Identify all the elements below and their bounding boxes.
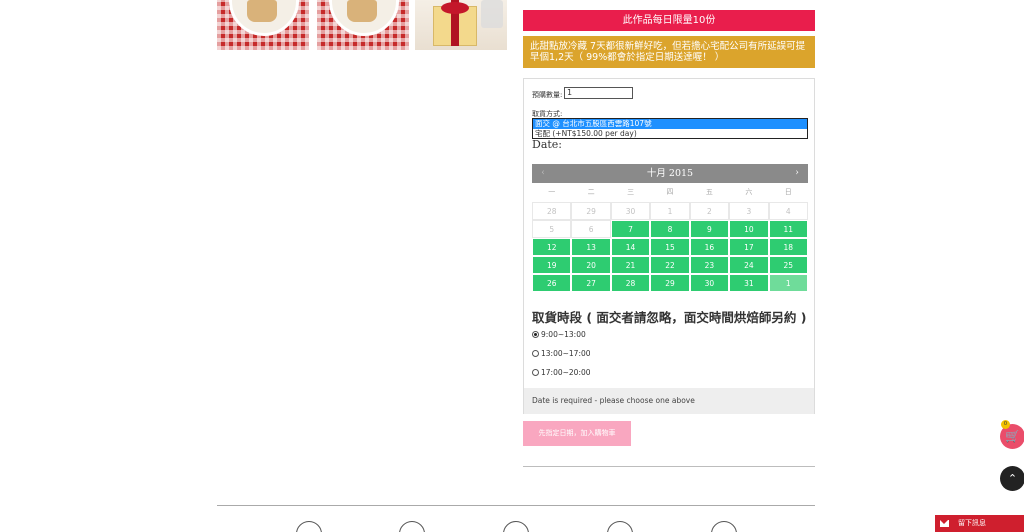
calendar-day[interactable]: 11 [768,220,808,238]
add-to-cart-button[interactable]: 先指定日期，加入購物車 [523,421,631,446]
calendar-day[interactable]: 26 [532,274,572,292]
timeslot-option-3[interactable]: 17:00~20:00 [532,368,591,377]
calendar-day[interactable]: 1 [768,274,808,292]
calendar-day[interactable]: 27 [571,274,611,292]
footer-nav-circle-4[interactable] [607,521,633,532]
calendar-day-disabled: 29 [571,202,611,220]
divider [523,466,815,467]
radio-unselected[interactable] [532,350,539,357]
pickup-option-meetup[interactable]: 面交 @ 台北市五股區西雲路107號 [533,119,807,129]
calendar-day-disabled: 6 [571,220,611,238]
calendar-day[interactable]: 7 [610,220,651,238]
calendar-day[interactable]: 13 [571,238,611,256]
pickup-timeslot-title: 取貨時段 ( 面交者請忽略，面交時間烘焙師另約 ) [532,310,807,325]
calendar-month-label: 十月 2015 [646,168,694,179]
product-thumbnail-1[interactable] [217,0,309,50]
leave-message-button[interactable]: 留下訊息 [935,515,1024,532]
footer-divider [217,505,815,506]
calendar-day[interactable]: 22 [650,256,690,274]
radio-selected[interactable] [532,331,539,338]
timeslot-option-1[interactable]: 9:00~13:00 [532,330,586,339]
daily-limit-banner: 此作品每日限量10份 [523,10,815,31]
product-thumbnail-3[interactable] [415,0,507,50]
calendar-day[interactable]: 24 [729,256,769,274]
jar-image [481,0,503,28]
quantity-label: 預購數量: [532,91,563,99]
timeslot-option-2[interactable]: 13:00~17:00 [532,349,591,358]
calendar-day[interactable]: 21 [610,256,651,274]
weekday-header: 二 [587,188,595,196]
footer-nav-circle-5[interactable] [711,521,737,532]
calendar-day[interactable]: 16 [689,238,730,256]
calendar-day[interactable]: 20 [571,256,611,274]
calendar-day[interactable]: 25 [768,256,808,274]
calendar-day[interactable]: 18 [768,238,808,256]
calendar-day[interactable]: 31 [729,274,769,292]
calendar-day[interactable]: 19 [532,256,572,274]
calendar-day[interactable]: 9 [689,220,730,238]
calendar-day[interactable]: 14 [610,238,651,256]
calendar-day[interactable]: 29 [650,274,690,292]
weekday-header: 六 [745,188,753,196]
product-page: 此作品每日限量10份 此甜點放冷藏 7天都很新鮮好吃，但若擔心宅配公司有所延誤可… [0,0,1024,532]
weekday-header: 四 [666,188,674,196]
calendar-day[interactable]: 30 [689,274,730,292]
pickup-option-delivery[interactable]: 宅配 (+NT$150.00 per day) [533,129,807,139]
product-thumbnail-2[interactable] [317,0,409,50]
bow-image [441,2,469,14]
radio-unselected[interactable] [532,369,539,376]
calendar-day-disabled: 4 [768,202,808,220]
calendar-day-disabled: 3 [729,202,769,220]
calendar-day[interactable]: 15 [650,238,690,256]
weekday-header: 日 [784,188,792,196]
validation-message: Date is required - please choose one abo… [524,388,814,414]
calendar-day-disabled: 5 [532,220,572,238]
leave-message-label: 留下訊息 [958,519,986,527]
pickup-method-select[interactable]: 面交 @ 台北市五股區西雲路107號 宅配 (+NT$150.00 per da… [532,118,808,139]
calendar-day[interactable]: 8 [650,220,690,238]
calendar-day-disabled: 1 [650,202,690,220]
timeslot-label: 17:00~20:00 [541,368,591,377]
calendar-day-disabled: 28 [532,202,572,220]
calendar-day[interactable]: 28 [610,274,651,292]
date-label: Date: [532,138,563,151]
calendar-day[interactable]: 23 [689,256,730,274]
dessert-image [347,0,377,22]
quantity-input[interactable]: 1 [564,87,633,99]
calendar-day[interactable]: 12 [532,238,572,256]
footer-nav-circle-1[interactable] [296,521,322,532]
weekday-header: 五 [705,188,713,196]
timeslot-label: 9:00~13:00 [541,330,586,339]
calendar-header: ‹ 十月 2015 › [532,164,808,183]
order-form: 預購數量: 1 取貨方式: 面交 @ 台北市五股區西雲路107號 宅配 (+NT… [523,78,815,414]
shipping-note-banner: 此甜點放冷藏 7天都很新鮮好吃，但若擔心宅配公司有所延誤可提早個1,2天（ 99… [523,36,815,68]
dessert-image [247,0,277,22]
weekday-row: 一二三四五六日 [532,183,808,202]
timeslot-label: 13:00~17:00 [541,349,591,358]
calendar-day-disabled: 30 [610,202,651,220]
weekday-header: 三 [627,188,635,196]
calendar-day[interactable]: 17 [729,238,769,256]
calendar-day-disabled: 2 [689,202,730,220]
date-picker-calendar: ‹ 十月 2015 › 一二三四五六日 28 29 30 1 2 3 4 5 6 7 8 9 10 11 1… [532,164,808,292]
chevron-left-icon[interactable]: ‹ [534,164,552,183]
footer-nav-circle-3[interactable] [503,521,529,532]
cart-count-badge: 0 [1001,420,1010,429]
envelope-icon [940,520,949,527]
weekday-header: 一 [548,188,556,196]
calendar-days: 28 29 30 1 2 3 4 5 6 7 8 9 10 11 12 13 14 15 16 17 18 19 20 21 2… [532,202,808,292]
footer-nav-circle-2[interactable] [399,521,425,532]
chevron-right-icon[interactable]: › [788,164,806,183]
chevron-up-icon[interactable]: ⌃ [1000,466,1024,491]
calendar-day[interactable]: 10 [729,220,769,238]
